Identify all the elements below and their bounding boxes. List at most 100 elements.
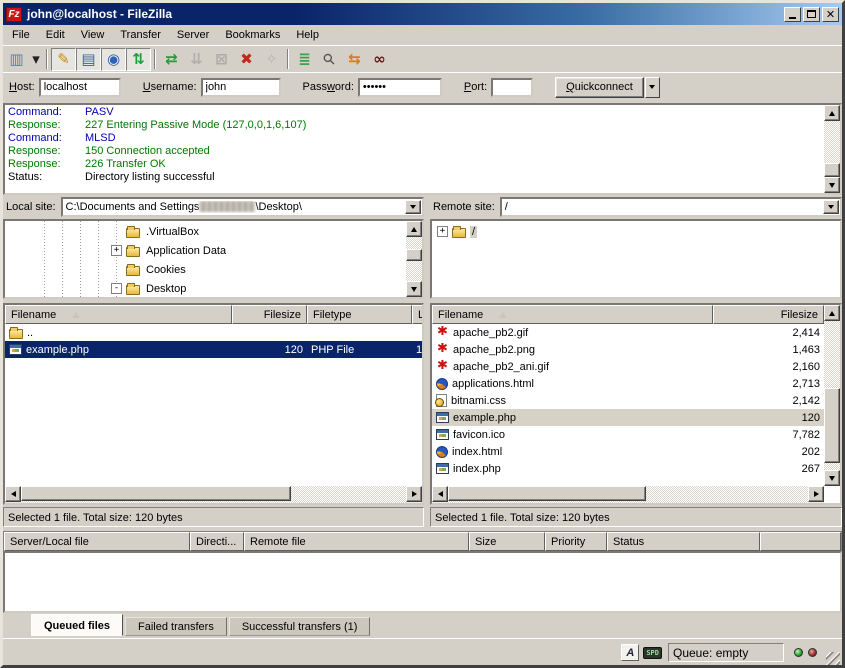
toggle-local-tree-button[interactable]: ▤: [76, 48, 101, 71]
tab-failed-transfers[interactable]: Failed transfers: [125, 617, 227, 636]
column-header-blank[interactable]: [760, 532, 841, 551]
message-log-scrollbar[interactable]: [824, 105, 840, 193]
site-manager-button[interactable]: ▥: [4, 48, 29, 71]
remote-horizontal-scrollbar[interactable]: [432, 486, 824, 503]
remote-vertical-scrollbar[interactable]: [824, 305, 840, 486]
scroll-track[interactable]: [406, 237, 422, 281]
cancel-operation-button[interactable]: ⊠: [209, 48, 234, 71]
file-row[interactable]: applications.html2,713: [432, 375, 824, 392]
scroll-down-button[interactable]: [824, 470, 840, 486]
column-header-priority[interactable]: Priority: [545, 532, 607, 551]
menu-bookmarks[interactable]: Bookmarks: [217, 27, 288, 43]
local-path-dropdown-button[interactable]: [405, 200, 421, 214]
file-row[interactable]: ✱apache_pb2.png1,463: [432, 341, 824, 358]
tree-item[interactable]: +.VirtualBox: [5, 222, 422, 241]
scroll-up-button[interactable]: [824, 105, 840, 121]
column-header-filetype[interactable]: Filetype: [307, 305, 412, 324]
remote-path-dropdown-button[interactable]: [823, 200, 839, 214]
scroll-down-button[interactable]: [824, 177, 840, 193]
column-header-directi-[interactable]: Directi...: [190, 532, 244, 551]
scroll-right-button[interactable]: [808, 486, 824, 502]
scroll-track[interactable]: [824, 321, 840, 470]
quickconnect-dropdown-button[interactable]: [645, 77, 660, 98]
file-search-button[interactable]: ⚲: [317, 48, 342, 71]
scroll-left-button[interactable]: [5, 486, 21, 502]
tree-item[interactable]: +Application Data: [5, 241, 422, 260]
scroll-right-button[interactable]: [406, 486, 422, 502]
site-manager-dropdown[interactable]: ▾: [29, 48, 43, 71]
filter-button[interactable]: ≣: [292, 48, 317, 71]
scroll-thumb[interactable]: [406, 249, 422, 261]
tree-expander[interactable]: +: [437, 226, 448, 237]
data-type-icon[interactable]: A: [621, 644, 639, 661]
scroll-thumb[interactable]: [21, 486, 291, 501]
scroll-left-button[interactable]: [432, 486, 448, 502]
resize-grip[interactable]: [826, 652, 840, 666]
queue-body[interactable]: [3, 551, 842, 613]
menu-help[interactable]: Help: [288, 27, 327, 43]
maximize-button[interactable]: [803, 7, 820, 22]
scroll-thumb[interactable]: [824, 388, 840, 463]
quickconnect-button[interactable]: Quickconnect: [555, 77, 644, 98]
refresh-button[interactable]: ⇄: [159, 48, 184, 71]
menu-transfer[interactable]: Transfer: [112, 27, 169, 43]
toggle-remote-tree-button[interactable]: ◉: [101, 48, 126, 71]
column-header-status[interactable]: Status: [607, 532, 760, 551]
reconnect-button[interactable]: ✧: [259, 48, 284, 71]
column-header-filename[interactable]: Filename: [432, 305, 713, 324]
local-horizontal-scrollbar[interactable]: [5, 486, 422, 503]
column-header-server-local-file[interactable]: Server/Local file: [4, 532, 190, 551]
disconnect-button[interactable]: ✖: [234, 48, 259, 71]
host-input[interactable]: [39, 78, 121, 97]
scroll-up-button[interactable]: [824, 305, 840, 321]
scroll-track[interactable]: [21, 486, 406, 503]
local-path-combobox[interactable]: C:\Documents and Settings\Desktop\: [61, 197, 424, 217]
file-row[interactable]: ✱apache_pb2.gif2,414: [432, 324, 824, 341]
file-row[interactable]: favicon.ico7,782: [432, 426, 824, 443]
titlebar[interactable]: Fz john@localhost - FileZilla ✕: [3, 3, 842, 25]
scroll-thumb[interactable]: [448, 486, 646, 501]
file-row[interactable]: ..: [5, 324, 422, 341]
file-row[interactable]: ✱apache_pb2_ani.gif2,160: [432, 358, 824, 375]
local-tree-scrollbar[interactable]: [406, 221, 422, 297]
menu-server[interactable]: Server: [169, 27, 217, 43]
column-header-filesize[interactable]: Filesize: [232, 305, 307, 324]
process-queue-button[interactable]: ⇊: [184, 48, 209, 71]
toggle-queue-button[interactable]: ⇅: [126, 48, 151, 71]
scroll-down-button[interactable]: [406, 281, 422, 297]
find-button[interactable]: ∞: [367, 48, 392, 71]
tree-expander[interactable]: -: [111, 283, 122, 294]
menu-edit[interactable]: Edit: [38, 27, 73, 43]
scroll-thumb[interactable]: [824, 163, 840, 177]
password-input[interactable]: [358, 78, 442, 97]
column-header-l[interactable]: L: [412, 305, 422, 324]
column-header-remote-file[interactable]: Remote file: [244, 532, 469, 551]
scroll-track[interactable]: [824, 121, 840, 177]
file-row[interactable]: index.php267: [432, 460, 824, 477]
file-row[interactable]: bitnami.css2,142: [432, 392, 824, 409]
tree-item[interactable]: -Desktop: [5, 279, 422, 298]
menu-view[interactable]: View: [73, 27, 113, 43]
tab-queued-files[interactable]: Queued files: [31, 614, 123, 636]
column-header-filename[interactable]: Filename: [5, 305, 232, 324]
tab-successful-transfers-1-[interactable]: Successful transfers (1): [229, 617, 371, 636]
tree-item[interactable]: +/: [432, 222, 840, 241]
tree-item[interactable]: +Cookies: [5, 260, 422, 279]
column-header-size[interactable]: Size: [469, 532, 545, 551]
file-row[interactable]: index.html202: [432, 443, 824, 460]
scroll-track[interactable]: [448, 486, 808, 503]
scroll-up-button[interactable]: [406, 221, 422, 237]
username-input[interactable]: [201, 78, 281, 97]
sync-browse-button[interactable]: ⇆: [342, 48, 367, 71]
close-button[interactable]: ✕: [822, 7, 839, 22]
remote-path-combobox[interactable]: /: [500, 197, 842, 217]
file-row[interactable]: example.php120: [432, 409, 824, 426]
toggle-message-log-button[interactable]: ✎: [51, 48, 76, 71]
minimize-button[interactable]: [784, 7, 801, 22]
tree-expander[interactable]: +: [111, 245, 122, 256]
file-row[interactable]: example.php120PHP File1: [5, 341, 422, 358]
speed-limits-icon[interactable]: SPD: [643, 647, 662, 659]
column-header-filesize[interactable]: Filesize: [713, 305, 824, 324]
port-input[interactable]: [491, 78, 533, 97]
menu-file[interactable]: File: [4, 27, 38, 43]
